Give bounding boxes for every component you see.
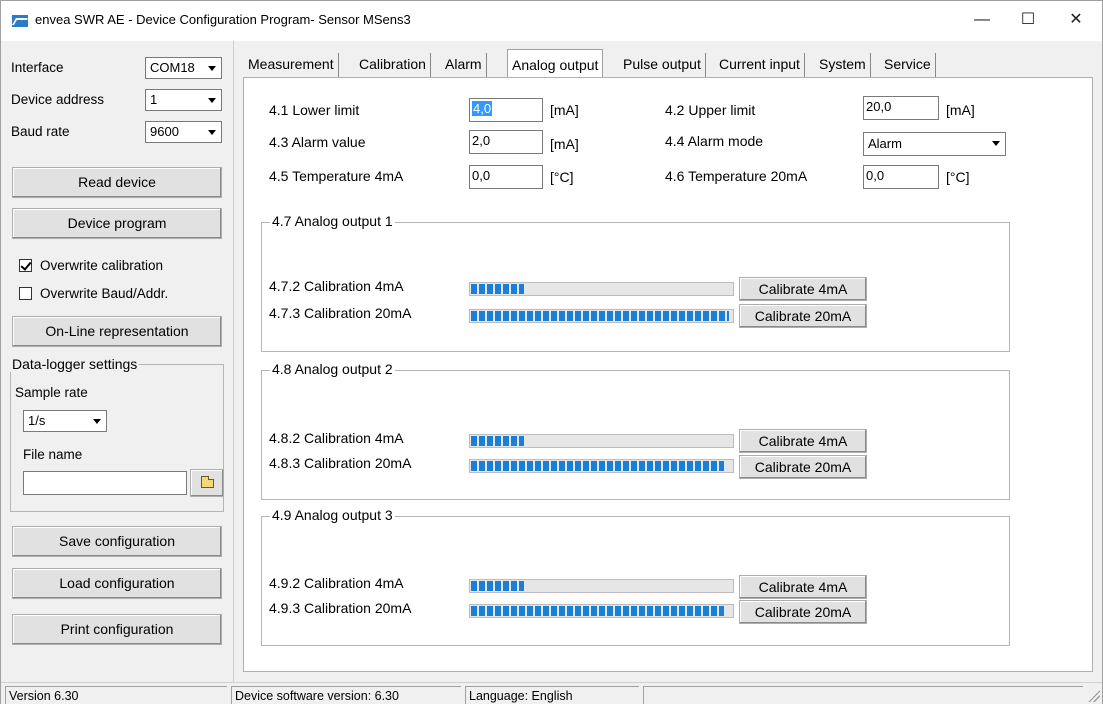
group-title: 4.7 Analog output 1 [270, 213, 395, 229]
calibration-20ma-progress [469, 459, 734, 473]
group-title: 4.9 Analog output 3 [270, 507, 395, 523]
temp-20ma-label: 4.6 Temperature 20mA [665, 168, 808, 184]
save-configuration-button[interactable]: Save configuration [12, 526, 222, 557]
baud-rate-value: 9600 [150, 124, 179, 139]
minimize-button[interactable]: — [959, 1, 1005, 39]
interface-select[interactable]: COM18 [145, 57, 222, 79]
alarm-mode-value: Alarm [868, 136, 902, 151]
tab-alarm[interactable]: Alarm [441, 53, 487, 79]
lower-limit-label: 4.1 Lower limit [269, 102, 360, 118]
alarm-mode-label: 4.4 Alarm mode [665, 133, 764, 149]
device-address-label: Device address [11, 92, 105, 107]
baud-rate-label: Baud rate [11, 124, 70, 139]
status-device-software: Device software version: 6.30 [231, 686, 461, 704]
alarm-mode-select[interactable]: Alarm [863, 132, 1006, 156]
chevron-down-icon [987, 134, 1004, 154]
analog-output-3-group: 4.9 Analog output 3 4.9.2 Calibration 4m… [261, 507, 1010, 646]
calibration-20ma-progress [469, 604, 734, 618]
chevron-down-icon [88, 412, 105, 430]
tab-calibration[interactable]: Calibration [355, 53, 431, 79]
calibration-20ma-label: 4.9.3 Calibration 20mA [269, 600, 412, 616]
calibrate-20ma-button[interactable]: Calibrate 20mA [739, 600, 867, 624]
lower-limit-unit: [mA] [550, 102, 579, 118]
temp-4ma-unit: [°C] [550, 169, 574, 185]
app-logo-icon [12, 15, 28, 27]
calibration-20ma-progress [469, 309, 734, 323]
tab-measurement[interactable]: Measurement [244, 53, 339, 79]
upper-limit-input[interactable]: 20,0 [863, 96, 939, 120]
resize-grip-icon[interactable] [1088, 690, 1100, 702]
load-configuration-button[interactable]: Load configuration [12, 568, 222, 599]
baud-rate-select[interactable]: 9600 [145, 121, 222, 143]
calibrate-20ma-button[interactable]: Calibrate 20mA [739, 455, 867, 479]
calibration-4ma-label: 4.7.2 Calibration 4mA [269, 278, 404, 294]
close-button[interactable]: ✕ [1053, 1, 1099, 39]
calibration-4ma-progress [469, 579, 734, 593]
chevron-down-icon [203, 123, 220, 141]
maximize-button[interactable]: ☐ [1005, 1, 1051, 39]
status-bar: Version 6.30 Device software version: 6.… [1, 682, 1102, 704]
file-name-input[interactable] [23, 471, 187, 495]
calibration-4ma-label: 4.8.2 Calibration 4mA [269, 430, 404, 446]
analog-output-1-group: 4.7 Analog output 1 4.7.2 Calibration 4m… [261, 213, 1010, 352]
temp-20ma-unit: [°C] [946, 169, 970, 185]
sample-rate-label: Sample rate [15, 385, 88, 400]
device-program-button[interactable]: Device program [12, 208, 222, 239]
calibration-20ma-label: 4.7.3 Calibration 20mA [269, 305, 412, 321]
file-name-label: File name [23, 447, 83, 462]
datalogger-title: Data-logger settings [10, 356, 140, 372]
tab-pulse-output[interactable]: Pulse output [619, 53, 706, 79]
alarm-value-input[interactable]: 2,0 [469, 130, 543, 154]
overwrite-calibration-checkbox[interactable] [19, 259, 32, 272]
temp-4ma-input[interactable]: 0,0 [469, 165, 543, 189]
overwrite-baud-label: Overwrite Baud/Addr. [40, 286, 169, 301]
device-address-value: 1 [150, 92, 158, 107]
online-representation-button[interactable]: On-Line representation [12, 316, 222, 347]
interface-label: Interface [11, 60, 64, 75]
chevron-down-icon [203, 59, 220, 77]
calibrate-4ma-button[interactable]: Calibrate 4mA [739, 575, 867, 599]
analog-output-page: 4.1 Lower limit 4,0 [mA] 4.2 Upper limit… [243, 77, 1093, 672]
tab-current-input[interactable]: Current input [715, 53, 805, 79]
folder-open-icon [201, 476, 214, 488]
title-bar: envea SWR AE - Device Configuration Prog… [1, 1, 1102, 41]
print-configuration-button[interactable]: Print configuration [12, 614, 222, 645]
group-title: 4.8 Analog output 2 [270, 361, 395, 377]
chevron-down-icon [203, 91, 220, 109]
temp-4ma-label: 4.5 Temperature 4mA [269, 168, 404, 184]
overwrite-calibration-label: Overwrite calibration [40, 258, 164, 273]
upper-limit-unit: [mA] [946, 102, 975, 118]
status-language: Language: English [465, 686, 639, 704]
read-device-button[interactable]: Read device [12, 167, 222, 198]
analog-output-2-group: 4.8 Analog output 2 4.8.2 Calibration 4m… [261, 361, 1010, 500]
tab-service[interactable]: Service [880, 53, 936, 79]
sample-rate-select[interactable]: 1/s [23, 410, 107, 432]
tab-system[interactable]: System [815, 53, 871, 79]
window-title: envea SWR AE - Device Configuration Prog… [35, 12, 411, 27]
status-empty-panel [643, 686, 1083, 704]
lower-limit-input[interactable]: 4,0 [469, 98, 543, 122]
calibrate-20ma-button[interactable]: Calibrate 20mA [739, 304, 867, 328]
calibrate-4ma-button[interactable]: Calibrate 4mA [739, 277, 867, 301]
status-version: Version 6.30 [5, 686, 227, 704]
calibration-4ma-progress [469, 282, 734, 296]
app-window: envea SWR AE - Device Configuration Prog… [0, 0, 1103, 704]
overwrite-baud-checkbox[interactable] [19, 287, 32, 300]
alarm-value-label: 4.3 Alarm value [269, 134, 366, 150]
device-address-select[interactable]: 1 [145, 89, 222, 111]
calibration-4ma-progress [469, 434, 734, 448]
interface-value: COM18 [150, 60, 195, 75]
sample-rate-value: 1/s [28, 413, 46, 428]
alarm-value-unit: [mA] [550, 136, 579, 152]
upper-limit-label: 4.2 Upper limit [665, 102, 756, 118]
calibration-4ma-label: 4.9.2 Calibration 4mA [269, 575, 404, 591]
browse-file-button[interactable] [190, 469, 224, 497]
left-panel: Interface COM18 Device address 1 Baud ra… [1, 41, 233, 682]
right-panel: Measurement Calibration Alarm Analog out… [233, 41, 1102, 682]
temp-20ma-input[interactable]: 0,0 [863, 165, 939, 189]
calibration-20ma-label: 4.8.3 Calibration 20mA [269, 455, 412, 471]
calibrate-4ma-button[interactable]: Calibrate 4mA [739, 429, 867, 453]
